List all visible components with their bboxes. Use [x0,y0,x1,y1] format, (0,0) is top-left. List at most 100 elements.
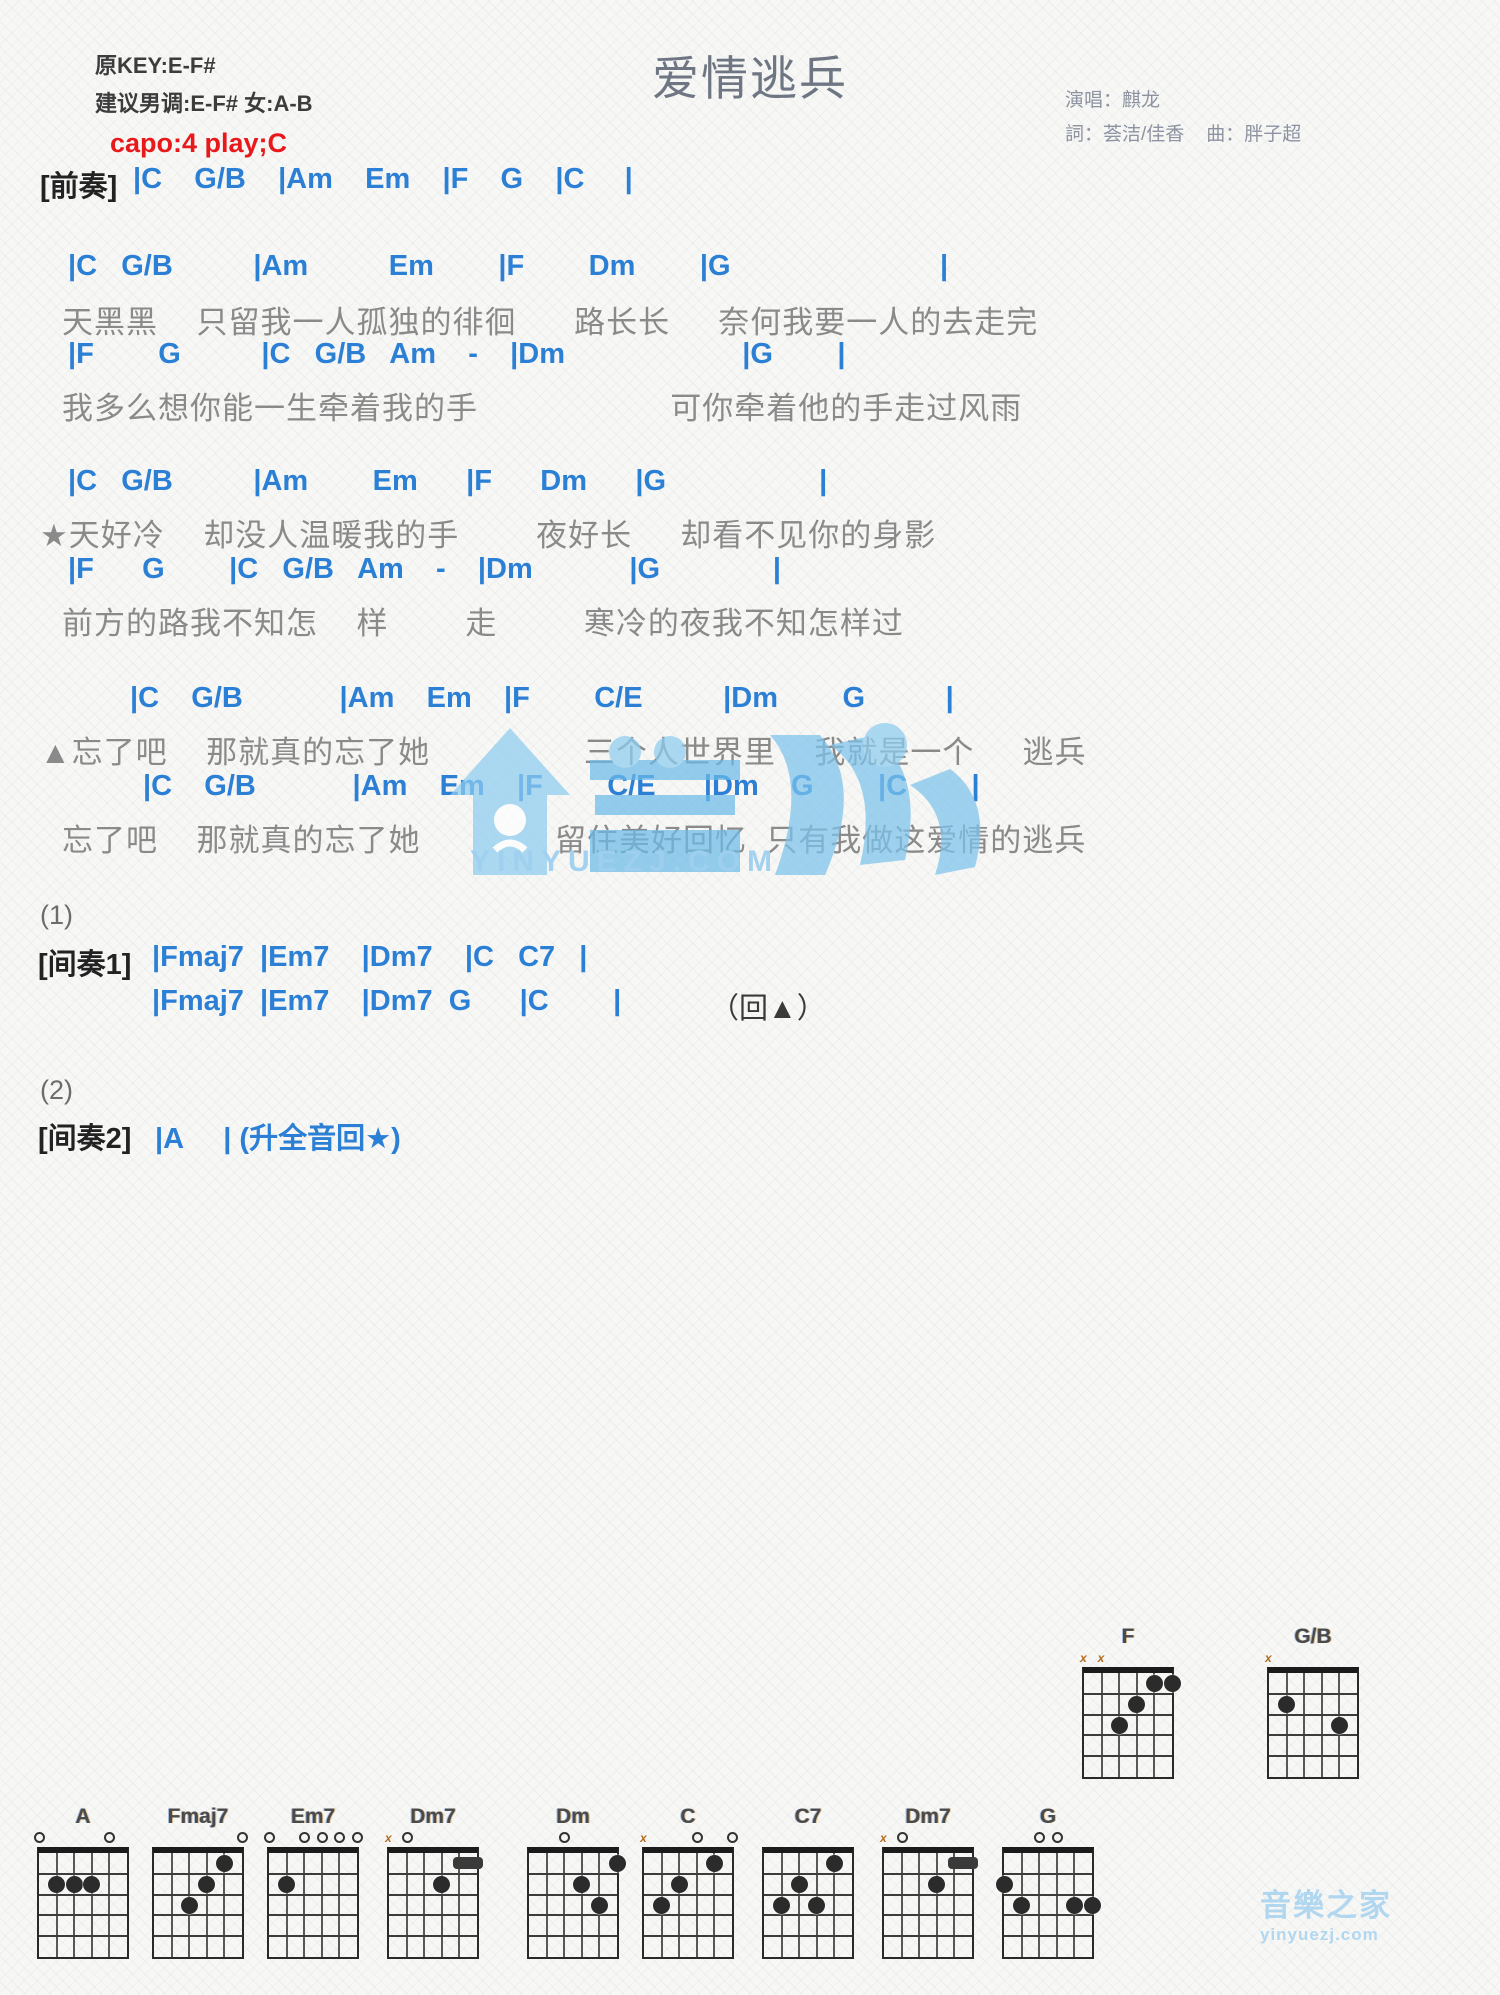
chord-open-string-markers [760,1831,856,1847]
chord-fretboard-grid [1267,1667,1359,1779]
open-string-circle-icon [264,1832,275,1843]
chord-diagram: Fmaj7 [150,1805,248,1959]
chord-diagram-name: G [1039,1805,1057,1828]
verse2-chord-line-a: |C G/B |Am Em |F Dm |G | [68,465,828,497]
interlude2-chord-a: |A | (升全音回★) [155,1123,401,1155]
muted-string-x-icon: x [1080,1651,1087,1665]
chord-fretboard-grid [1082,1667,1181,1779]
fretboard-fret-line [529,1893,617,1896]
chord-finger-dot [995,1875,1013,1893]
fretboard-string-line [338,1853,341,1957]
open-string-circle-icon [237,1832,248,1843]
fretboard-string-line [90,1853,93,1957]
fretboard-fret-line [154,1914,242,1917]
fretboard-fret-line [644,1893,732,1896]
open-string-circle-icon [34,1832,45,1843]
section-tag-interlude1: [间奏1] [38,949,132,981]
corner-watermark: 音樂之家 yinyuezj.com [1260,1880,1392,1945]
fretboard-string-line [918,1853,921,1957]
corner-watermark-site: yinyuezj.com [1260,1925,1379,1944]
fretboard-fret-line [389,1935,477,1938]
fretboard-fret-line [1269,1755,1357,1758]
chord-finger-dot [573,1875,591,1893]
fretboard-fret-line [764,1935,852,1938]
fretboard-string-line [1055,1853,1058,1957]
chord-finger-dot [83,1875,101,1893]
section-tag-intro: [前奏] [40,171,118,203]
fretboard-fret-line [529,1935,617,1938]
open-string-circle-icon [1034,1832,1046,1843]
fretboard-fret-line [644,1935,732,1938]
open-string-circle-icon [104,1832,116,1843]
fretboard-fret-line [389,1872,477,1875]
chord-finger-dot [1013,1896,1031,1914]
fretboard-fret-line [764,1893,852,1896]
open-string-circle-icon [352,1832,363,1843]
capo-info: capo:4 play;C [110,128,288,158]
fretboard-string-line [170,1853,173,1957]
fretboard-fret-line [154,1935,242,1938]
fretboard-string-line [73,1853,76,1957]
chord-fretboard-grid [642,1847,734,1959]
section-tag-interlude2: [间奏2] [38,1123,132,1155]
chord-finger-dot [653,1896,671,1914]
chord-fretboard-grid [995,1847,1101,1959]
chord-fretboard-grid [527,1847,626,1959]
chord-finger-dot [608,1854,626,1872]
chord-open-string-markers: x [880,1831,976,1847]
fretboard-string-line [285,1853,288,1957]
chord-finger-dot [773,1896,791,1914]
chord-finger-dot [1278,1695,1296,1713]
muted-string-x-icon: x [1097,1651,1105,1665]
fretboard-string-line [1135,1673,1138,1777]
chord-open-string-markers [34,1831,131,1847]
interlude1-chord-row2: |Fmaj7 |Em7 |Dm7 G |C | [152,985,622,1017]
fretboard-string-line [900,1853,903,1957]
chord-finger-dot [198,1875,216,1893]
fretboard-fret-line [389,1914,477,1917]
chord-fretboard-grid [762,1847,854,1959]
fretboard-fret-line [39,1935,127,1938]
fretboard-string-line [678,1853,681,1957]
fretboard-fret-line [884,1914,972,1917]
interlude2-chord-row1: |A | (升全音回★) [155,1115,401,1157]
chord-finger-dot [180,1896,198,1914]
fretboard-fret-line [884,1872,972,1875]
fretboard-fret-line [154,1893,242,1896]
corner-watermark-brand: 音樂之家 [1260,1888,1392,1923]
open-string-circle-icon [1051,1832,1063,1843]
chord-finger-dot [1065,1896,1083,1914]
fretboard-string-line [205,1853,208,1957]
chord-finger-dot [790,1875,808,1893]
chord-diagram: G [995,1805,1101,1959]
fretboard-fret-line [884,1893,972,1896]
muted-string-x-icon: x [385,1831,392,1845]
fretboard-fret-line [644,1914,732,1917]
chord-diagram-name: C [680,1805,696,1828]
chord-open-string-markers [264,1831,363,1847]
fretboard-fret-line [884,1935,972,1938]
chord-finger-dot [808,1896,826,1914]
fretboard-fret-line [1269,1734,1357,1737]
verse1-chord-line-a: |C G/B |Am Em |F Dm |G | [68,250,949,282]
open-string-circle-icon [299,1832,311,1843]
fretboard-fret-line [269,1935,357,1938]
verse1-lyric-line-a: 天黑黑 只留我一人孤独的徘徊 路长长 奈何我要一人的去走完 [62,305,1039,340]
fretboard-string-line [545,1853,548,1957]
muted-string-x-icon: x [880,1831,887,1845]
chord-diagram: Cx [640,1805,738,1959]
chorus-chord-line-a: |C G/B |Am Em |F C/E |Dm G | [130,682,954,714]
fretboard-string-line [1303,1673,1306,1777]
fretboard-fret-line [1084,1692,1172,1695]
fretboard-string-line [798,1853,801,1957]
chord-diagram-name: F [1121,1625,1135,1648]
chord-finger-dot [1128,1695,1146,1713]
verse1-chord-line-b: |F G |C G/B Am - |Dm |G | [68,338,846,370]
fretboard-fret-line [389,1893,477,1896]
fretboard-fret-line [644,1872,732,1875]
writing-credits: 詞：荟洁/佳香 曲：胖子超 [1065,118,1301,152]
chord-open-string-markers [150,1831,248,1847]
chord-finger-dot [825,1854,843,1872]
fretboard-fret-line [39,1914,127,1917]
fretboard-fret-line [1004,1935,1092,1938]
